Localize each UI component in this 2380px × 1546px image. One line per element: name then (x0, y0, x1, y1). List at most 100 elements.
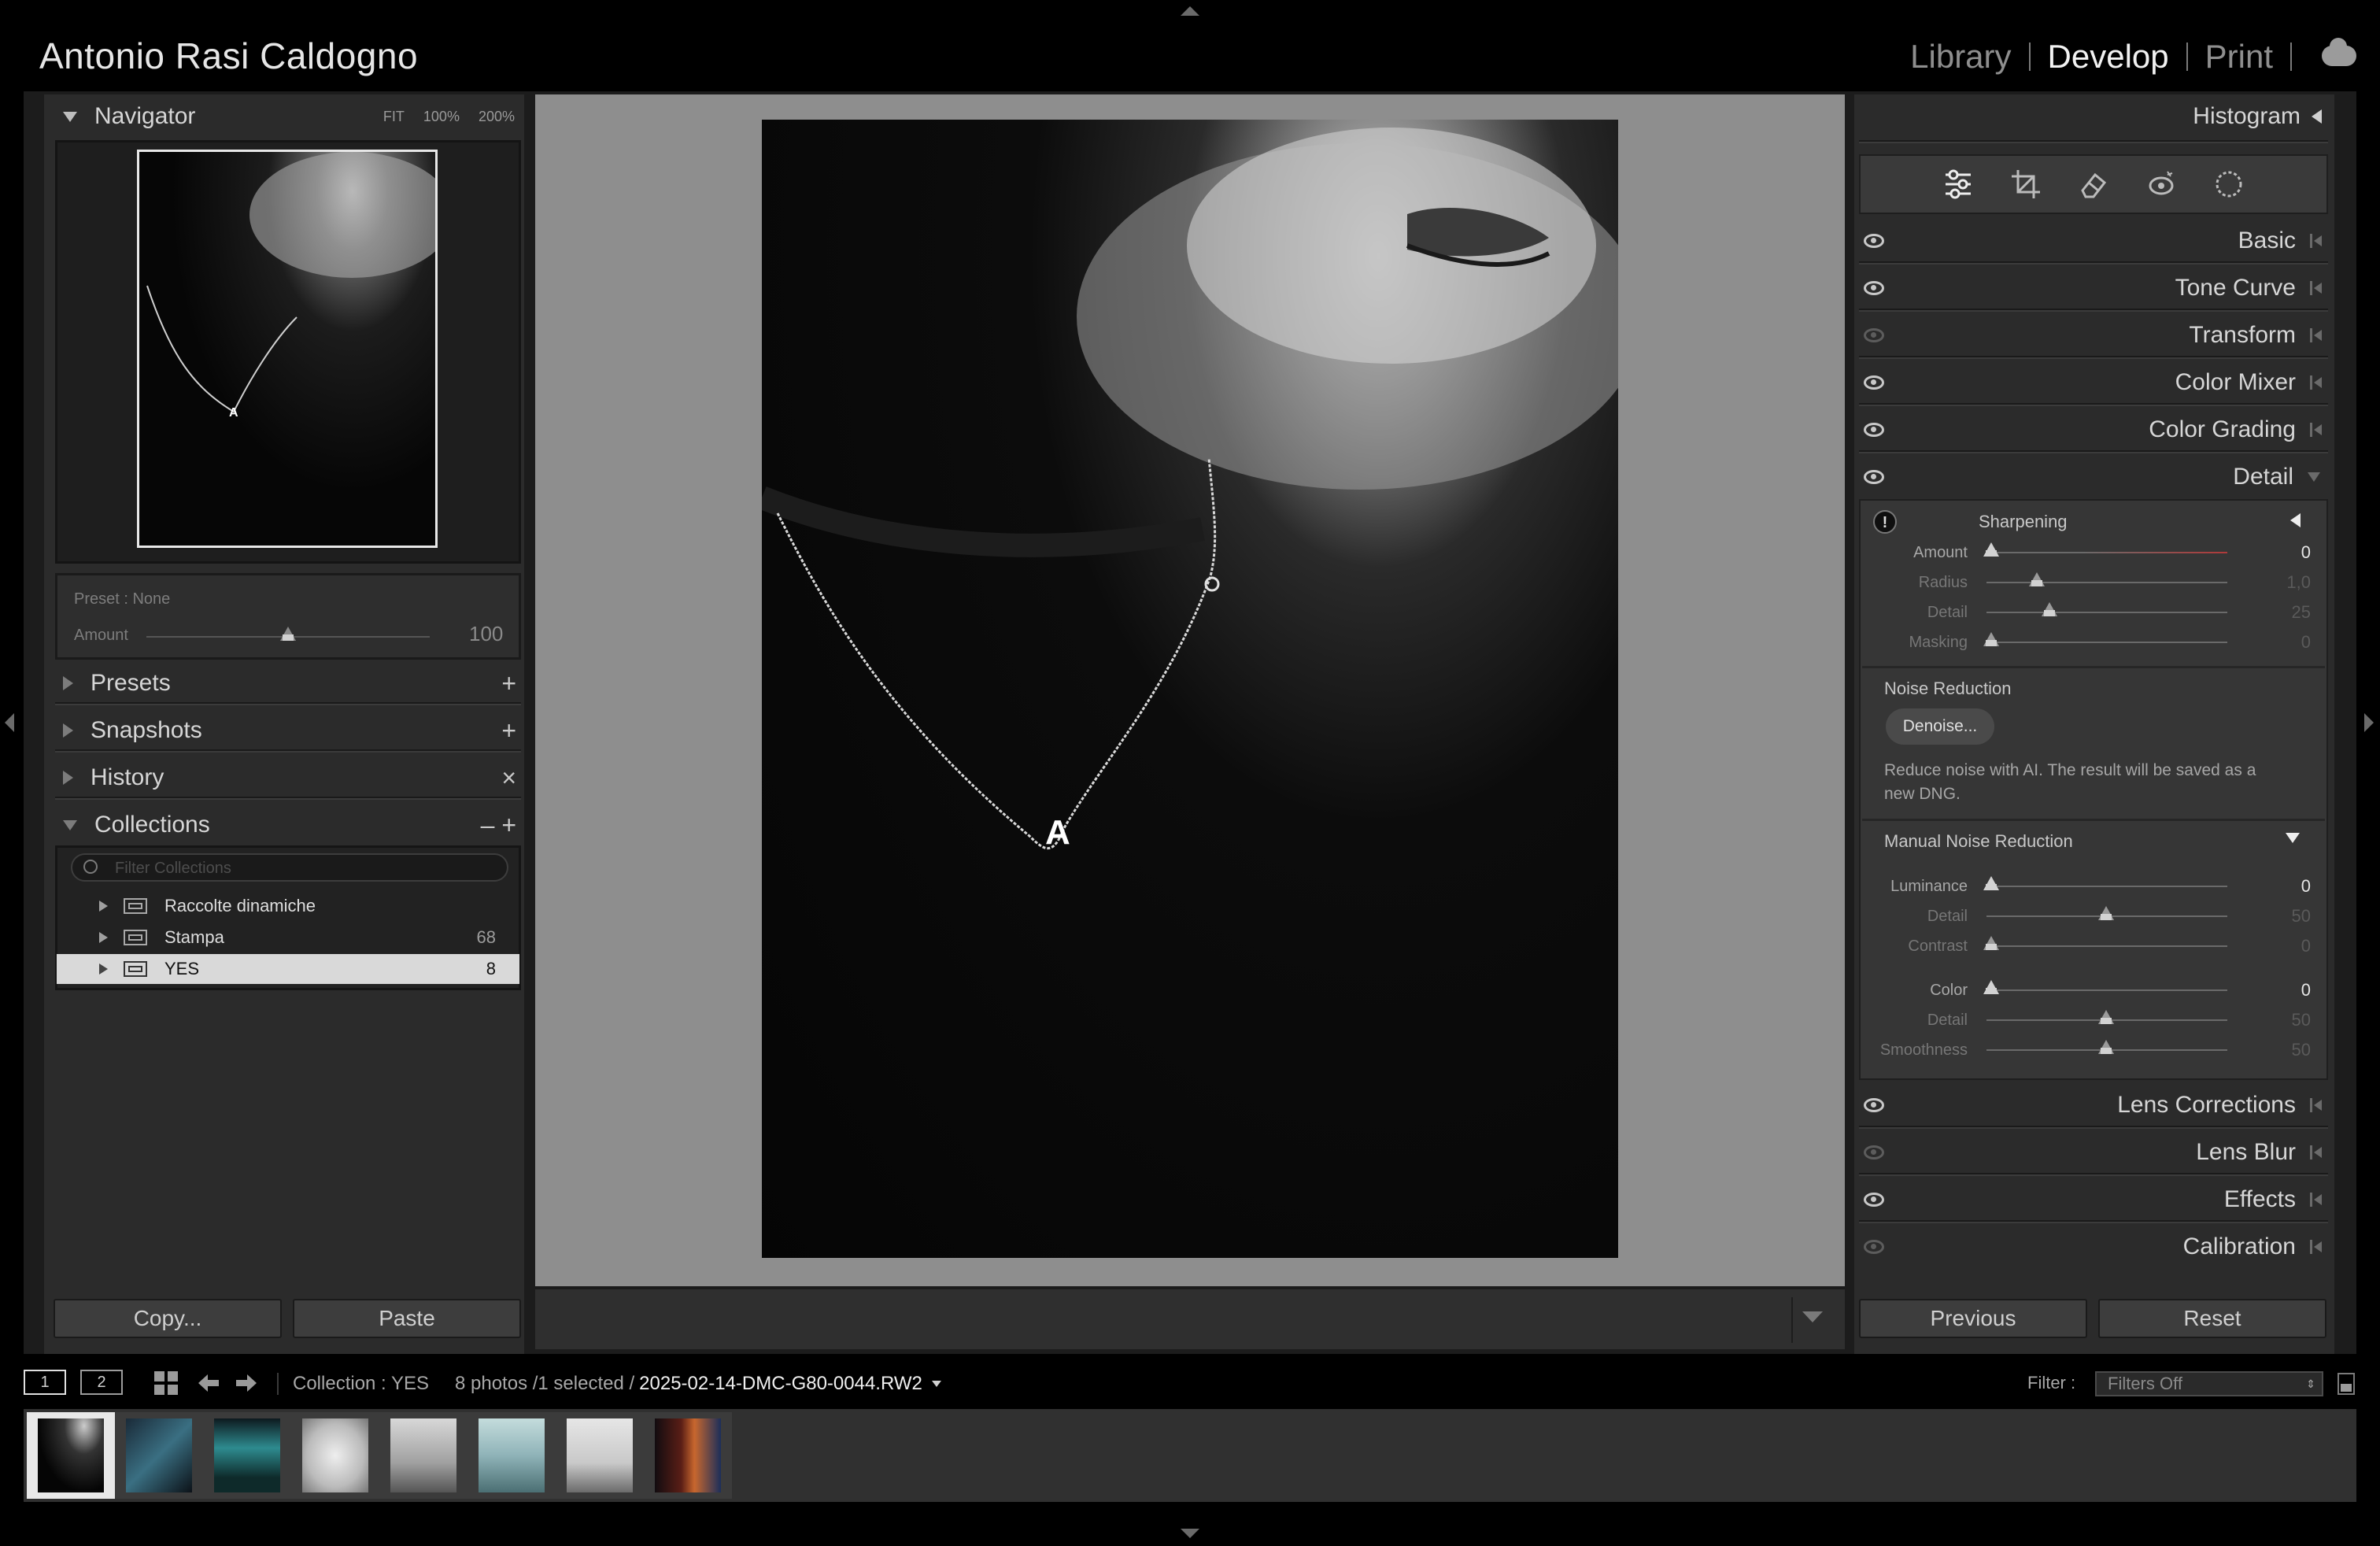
list-item-selected[interactable]: YES 8 (57, 954, 519, 984)
filmstrip-thumbnail[interactable] (379, 1412, 468, 1499)
manual-nr-collapse-icon[interactable] (2286, 833, 2300, 843)
slider-value[interactable]: 50 (2271, 906, 2311, 926)
slider-track[interactable] (1983, 632, 2227, 646)
slider-thumb[interactable] (1983, 876, 1999, 890)
color-noise-slider[interactable]: Color 0 (1862, 976, 2311, 1004)
masking-icon[interactable] (2212, 168, 2245, 201)
color-smoothness-slider[interactable]: Smoothness 50 (1862, 1036, 2311, 1064)
secondary-screen-button[interactable]: 2 (80, 1370, 123, 1395)
clear-history-button[interactable]: × (501, 764, 521, 793)
denoise-button[interactable]: Denoise... (1886, 708, 1994, 745)
detail-section-header[interactable]: Detail (1859, 455, 2328, 499)
luminance-detail-slider[interactable]: Detail 50 (1862, 902, 2311, 930)
visibility-eye-icon[interactable] (1864, 1098, 1884, 1112)
slider-thumb[interactable] (2098, 1040, 2114, 1054)
preset-amount-thumb[interactable] (280, 627, 296, 641)
collections-header[interactable]: Collections – + (55, 803, 521, 847)
crop-icon[interactable] (2009, 168, 2042, 201)
filmstrip-thumbnail[interactable] (203, 1412, 291, 1499)
visibility-eye-icon[interactable] (1864, 234, 1884, 248)
luminance-slider[interactable]: Luminance 0 (1862, 872, 2311, 901)
bottom-panel-toggle[interactable] (1181, 1529, 1199, 1538)
navigator-header[interactable]: Navigator FIT 100% 200% (55, 94, 523, 139)
color-mixer-section-header[interactable]: Color Mixer (1859, 361, 2328, 405)
back-arrow-icon[interactable] (197, 1371, 220, 1395)
slider-track[interactable] (1986, 906, 2227, 920)
red-eye-icon[interactable] (2145, 168, 2178, 201)
slider-thumb[interactable] (1983, 632, 1999, 646)
lens-corrections-section-header[interactable]: Lens Corrections (1859, 1083, 2328, 1127)
main-photo[interactable]: A (762, 120, 1618, 1258)
slider-value[interactable]: 50 (2271, 1010, 2311, 1030)
disclosure-triangle-icon[interactable] (99, 901, 108, 912)
right-panel-toggle[interactable] (2364, 713, 2374, 732)
visibility-eye-icon[interactable] (1864, 328, 1884, 342)
filename-dropdown-icon[interactable] (931, 1381, 941, 1387)
slider-track[interactable] (1983, 936, 2227, 950)
slider-thumb[interactable] (2029, 572, 2045, 586)
zoom-200[interactable]: 200% (479, 109, 515, 125)
collections-filter-input[interactable]: Filter Collections (71, 853, 508, 882)
add-preset-button[interactable]: + (501, 669, 521, 698)
primary-screen-button[interactable]: 1 (24, 1370, 66, 1395)
transform-section-header[interactable]: Transform (1859, 313, 2328, 357)
slider-track[interactable] (1983, 876, 2227, 890)
sharpening-amount-slider[interactable]: Amount 0 (1862, 538, 2311, 567)
top-panel-toggle[interactable] (1181, 6, 1199, 16)
slider-track[interactable] (1986, 1040, 2227, 1054)
list-item[interactable]: Stampa 68 (57, 923, 519, 952)
slider-value[interactable]: 0 (2271, 876, 2311, 897)
module-develop[interactable]: Develop (2048, 38, 2169, 76)
slider-track[interactable] (1986, 572, 2227, 586)
color-grading-section-header[interactable]: Color Grading (1859, 408, 2328, 452)
disclosure-triangle-icon[interactable] (99, 963, 108, 975)
photo-count-label[interactable]: 8 photos /1 selected / 2025-02-14-DMC-G8… (455, 1373, 941, 1395)
effects-section-header[interactable]: Effects (1859, 1178, 2328, 1222)
histogram-header[interactable]: Histogram (1859, 94, 2328, 139)
sharpening-detail-slider[interactable]: Detail 25 (1862, 598, 2311, 627)
history-header[interactable]: History × (55, 756, 521, 800)
slider-value[interactable]: 0 (2271, 980, 2311, 1000)
preset-amount-track[interactable] (146, 627, 430, 641)
edit-sliders-icon[interactable] (1942, 168, 1975, 201)
sharpening-masking-slider[interactable]: Masking 0 (1862, 628, 2311, 656)
grid-view-icon[interactable] (154, 1371, 178, 1395)
luminance-contrast-slider[interactable]: Contrast 0 (1862, 932, 2311, 960)
slider-thumb[interactable] (2042, 602, 2057, 616)
calibration-section-header[interactable]: Calibration (1859, 1225, 2328, 1269)
filter-select[interactable]: Filters Off ⇕ (2095, 1371, 2323, 1396)
cloud-sync-icon[interactable] (2322, 38, 2356, 66)
module-print[interactable]: Print (2205, 38, 2273, 76)
sharpening-collapse-icon[interactable] (2290, 513, 2301, 527)
slider-track[interactable] (1983, 542, 2227, 557)
visibility-eye-icon[interactable] (1864, 281, 1884, 295)
slider-value[interactable]: 50 (2271, 1040, 2311, 1060)
slider-track[interactable] (1983, 980, 2227, 994)
left-panel-toggle[interactable] (5, 713, 14, 732)
slider-thumb[interactable] (1983, 980, 1999, 994)
toolbar-content-chevron-icon[interactable] (1802, 1311, 1823, 1322)
navigator-thumbnail[interactable]: A (137, 150, 438, 548)
slider-thumb[interactable] (2098, 906, 2114, 920)
lock-filter-icon[interactable] (2338, 1373, 2355, 1395)
slider-track[interactable] (1986, 1010, 2227, 1024)
visibility-eye-icon[interactable] (1864, 1193, 1884, 1207)
slider-track[interactable] (1986, 602, 2227, 616)
presets-header[interactable]: Presets + (55, 661, 521, 705)
tone-curve-section-header[interactable]: Tone Curve (1859, 266, 2328, 310)
visibility-eye-icon[interactable] (1864, 1240, 1884, 1254)
slider-value[interactable]: 25 (2271, 602, 2311, 623)
healing-eraser-icon[interactable] (2077, 168, 2110, 201)
collection-actions-button[interactable]: – + (481, 811, 521, 840)
filmstrip-thumbnail[interactable] (468, 1412, 556, 1499)
slider-thumb[interactable] (1983, 936, 1999, 950)
slider-thumb[interactable] (1983, 542, 1999, 557)
sharpening-radius-slider[interactable]: Radius 1,0 (1862, 568, 2311, 597)
visibility-eye-icon[interactable] (1864, 1145, 1884, 1160)
filmstrip-thumbnail[interactable] (556, 1412, 644, 1499)
filmstrip-thumbnail[interactable] (115, 1412, 203, 1499)
add-snapshot-button[interactable]: + (501, 716, 521, 745)
reset-button[interactable]: Reset (2098, 1299, 2326, 1338)
zoom-100[interactable]: 100% (423, 109, 460, 125)
module-library[interactable]: Library (1910, 38, 2011, 76)
